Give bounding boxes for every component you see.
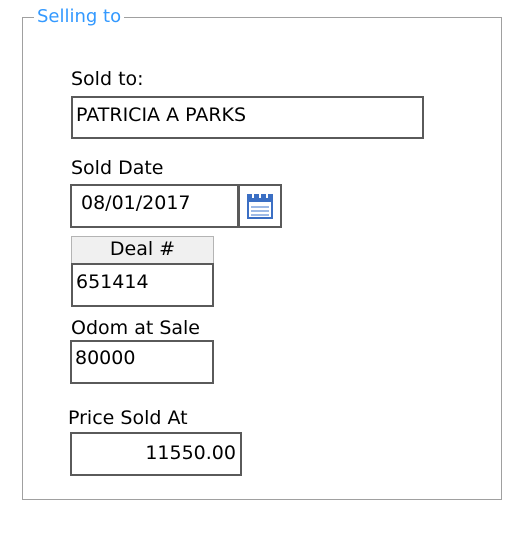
price-sold-field[interactable]: 11550.00 <box>70 432 242 476</box>
groupbox-title: Selling to <box>34 6 125 28</box>
calendar-icon <box>247 193 273 219</box>
deal-number-field[interactable]: 651414 <box>71 263 214 307</box>
sold-to-field[interactable]: PATRICIA A PARKS <box>71 96 424 139</box>
odometer-label: Odom at Sale <box>71 317 200 339</box>
sold-date-field[interactable]: 08/01/2017 <box>70 184 239 228</box>
sold-to-label: Sold to: <box>71 68 144 90</box>
calendar-button[interactable] <box>238 184 282 228</box>
odometer-field[interactable]: 80000 <box>70 340 214 384</box>
deal-number-header: Deal # <box>71 236 214 264</box>
price-sold-label: Price Sold At <box>68 407 188 429</box>
sold-date-label: Sold Date <box>71 157 164 179</box>
